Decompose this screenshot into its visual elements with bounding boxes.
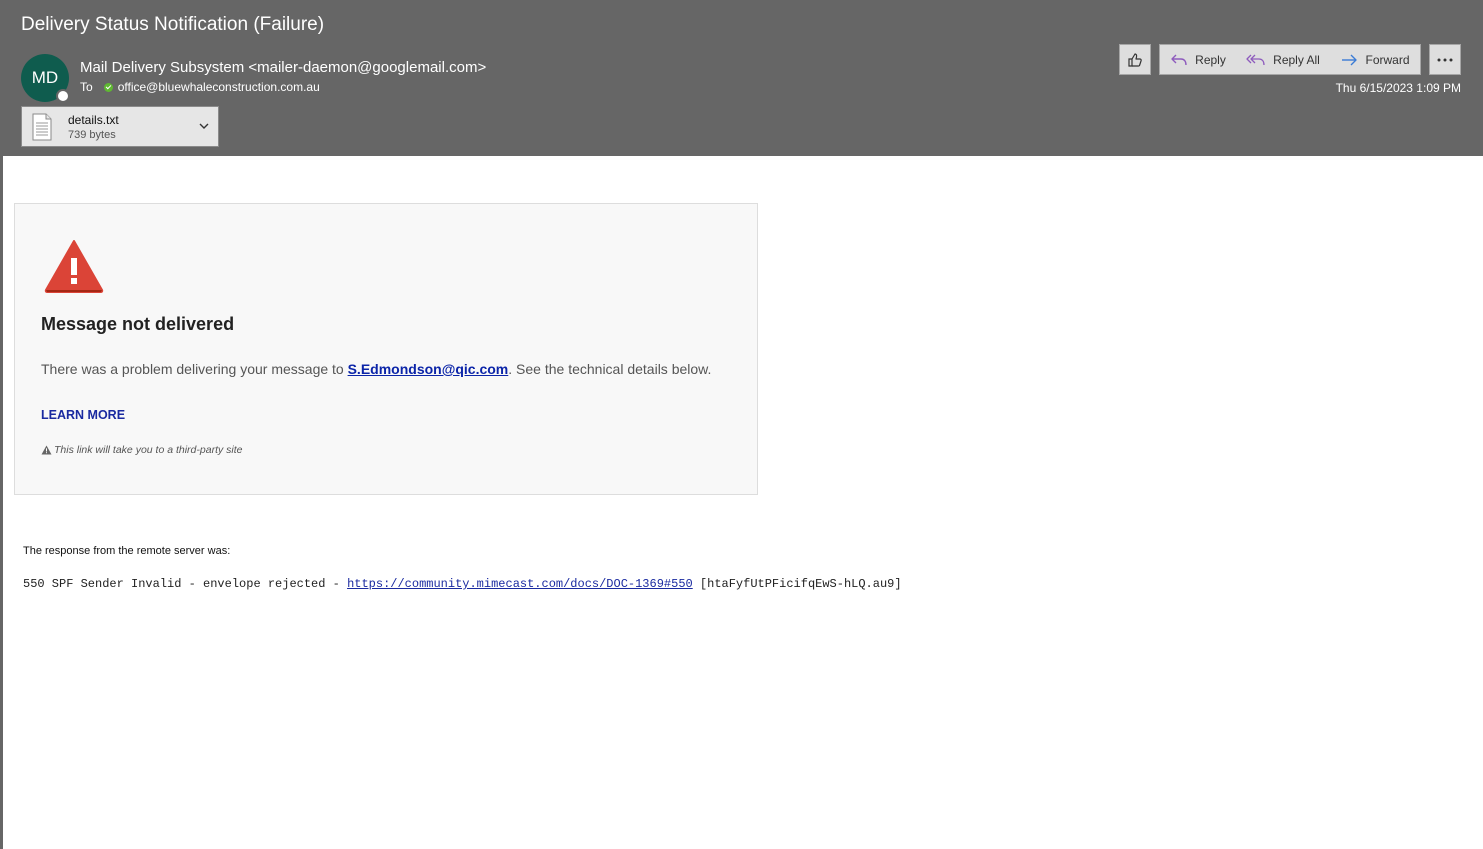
- sender-name[interactable]: Mail Delivery Subsystem <mailer-daemon@g…: [80, 59, 486, 76]
- warning-small-icon: [41, 445, 52, 455]
- learn-more-link[interactable]: LEARN MORE: [41, 408, 125, 422]
- verified-check-icon: [103, 82, 113, 92]
- mimecast-docs-link[interactable]: https://community.mimecast.com/docs/DOC-…: [347, 577, 693, 591]
- ndr-card: Message not delivered There was a proble…: [14, 203, 758, 495]
- forward-button[interactable]: Forward: [1330, 44, 1421, 75]
- subject-title: Delivery Status Notification (Failure): [21, 14, 325, 35]
- reply-arrow-icon: [1171, 54, 1187, 65]
- forward-arrow-icon: [1342, 54, 1358, 65]
- recipient-address[interactable]: office@bluewhaleconstruction.com.au: [118, 80, 320, 94]
- more-options-button[interactable]: [1429, 44, 1461, 75]
- response-prefix: 550 SPF Sender Invalid - envelope reject…: [23, 577, 348, 591]
- thumbs-up-icon: [1128, 52, 1142, 67]
- ndr-text-after: . See the technical details below.: [508, 361, 712, 377]
- warning-triangle-icon: [44, 240, 104, 293]
- document-icon: [32, 113, 52, 141]
- ndr-text-before: There was a problem delivering your mess…: [41, 361, 348, 377]
- forward-label: Forward: [1365, 52, 1410, 67]
- reply-all-label: Reply All: [1273, 52, 1320, 67]
- server-response: 550 SPF Sender Invalid - envelope reject…: [23, 577, 902, 591]
- ndr-title: Message not delivered: [41, 314, 235, 334]
- reply-button[interactable]: Reply: [1159, 44, 1237, 75]
- like-button[interactable]: [1119, 44, 1151, 75]
- reply-all-arrow-icon: [1246, 54, 1265, 65]
- recipient-email-link[interactable]: S.Edmondson@qic.com: [348, 361, 509, 377]
- third-party-note-text: This link will take you to a third-party…: [54, 444, 243, 456]
- attachment-name: details.txt: [68, 113, 119, 127]
- presence-status-icon: [56, 89, 70, 103]
- ndr-description: There was a problem delivering your mess…: [41, 361, 711, 377]
- reply-all-button[interactable]: Reply All: [1236, 44, 1331, 75]
- attachment-card[interactable]: details.txt 739 bytes: [21, 106, 219, 147]
- sent-date: Thu 6/15/2023 1:09 PM: [1335, 81, 1461, 95]
- response-suffix: [htaFyfUtPFicifqEwS-hLQ.au9]: [692, 577, 902, 591]
- to-label: To: [80, 80, 93, 94]
- reading-pane-border: [0, 156, 3, 849]
- attachment-size: 739 bytes: [68, 129, 116, 141]
- more-options-icon: [1437, 58, 1453, 61]
- reply-label: Reply: [1195, 52, 1226, 67]
- response-label: The response from the remote server was:: [23, 545, 231, 557]
- chevron-down-icon[interactable]: [198, 120, 210, 132]
- message-header: Delivery Status Notification (Failure) M…: [0, 0, 1483, 156]
- recipient-line: To office@bluewhaleconstruction.com.au: [80, 80, 320, 94]
- third-party-note: This link will take you to a third-party…: [41, 444, 243, 456]
